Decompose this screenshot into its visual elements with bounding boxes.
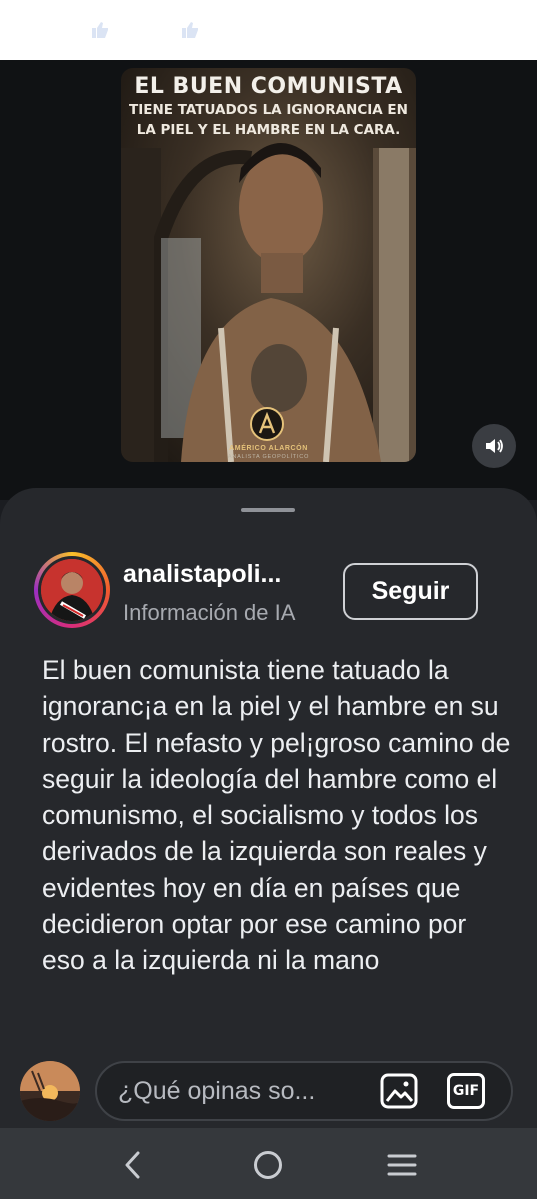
poster-subtitle: TIENE TATUADOS LA IGNORANCIA EN LA PIEL …: [129, 102, 408, 138]
home-circle-icon: [254, 1151, 282, 1179]
gif-icon: GIF: [452, 1083, 480, 1099]
current-user-avatar[interactable]: [20, 1061, 80, 1121]
nav-recents-button[interactable]: [382, 1145, 422, 1185]
ai-info-label[interactable]: Información de IA: [123, 600, 295, 626]
avatar-photo: [20, 1061, 80, 1121]
thumb-icon: [182, 22, 198, 38]
author-logo-icon: [250, 407, 284, 441]
poster-role: ANALISTA GEOPOLÍTICO: [227, 454, 310, 460]
nav-back-button[interactable]: [113, 1145, 153, 1185]
poster-author: AMÉRICO ALARCÓN: [229, 445, 308, 452]
sound-toggle-button[interactable]: [472, 424, 516, 468]
caption-container[interactable]: El buen comunista tiene tatuado la ignor…: [42, 652, 512, 1034]
drag-handle[interactable]: [241, 508, 295, 512]
recents-lines-icon: [387, 1154, 417, 1176]
poster-title: EL BUEN COMUNISTA: [134, 74, 403, 99]
gif-button[interactable]: GIF: [447, 1073, 485, 1109]
image-icon[interactable]: [380, 1073, 418, 1109]
author-avatar[interactable]: [34, 552, 110, 628]
follow-button[interactable]: Seguir: [343, 563, 478, 620]
thumb-icon: [92, 22, 108, 38]
post-caption: El buen comunista tiene tatuado la ignor…: [42, 655, 511, 976]
back-chevron-icon: [125, 1151, 140, 1179]
nav-home-button[interactable]: [248, 1145, 288, 1185]
speaker-icon: [486, 439, 503, 453]
author-username[interactable]: analistapoli...: [123, 560, 281, 589]
avatar-photo: [41, 559, 103, 621]
post-image[interactable]: EL BUEN COMUNISTA TIENE TATUADOS LA IGNO…: [121, 68, 416, 462]
top-status-strip: [0, 0, 537, 60]
comment-placeholder: ¿Qué opinas so...: [118, 1077, 316, 1105]
